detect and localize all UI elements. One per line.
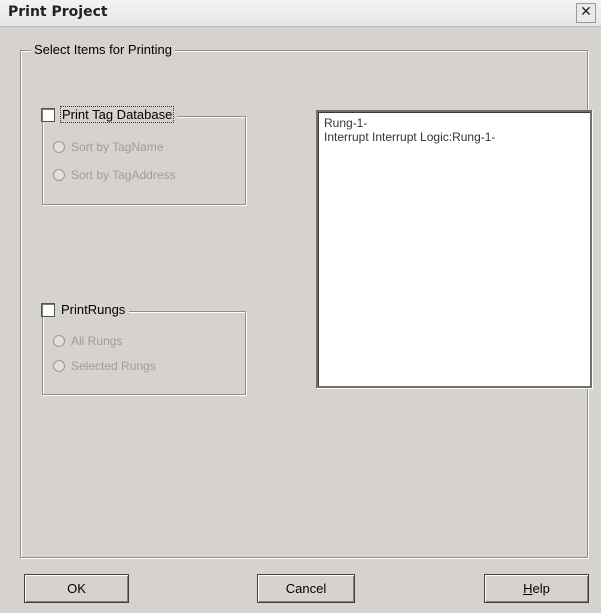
sort-by-tagname-label: Sort by TagName [71,140,164,154]
list-item[interactable]: Rung-1- [324,116,367,130]
all-rungs-radio-row[interactable]: All Rungs [53,334,122,348]
print-rungs-group: PrintRungs All Rungs Selected Rungs [41,302,246,395]
selected-rungs-radio-row[interactable]: Selected Rungs [53,359,156,373]
close-button[interactable]: ✕ [576,3,596,23]
radio-icon[interactable] [53,335,65,347]
close-icon: ✕ [580,4,592,20]
print-tag-database-checkbox[interactable] [41,107,55,122]
select-items-group-label: Select Items for Printing [31,42,175,57]
help-accelerator: H [523,581,533,596]
radio-icon[interactable] [53,360,65,372]
print-rungs-checkbox[interactable] [41,302,55,317]
cancel-button[interactable]: Cancel [257,574,355,603]
sort-by-tagaddress-radio-row[interactable]: Sort by TagAddress [53,168,176,182]
title-bar: Print Project ✕ [0,0,601,27]
ok-button[interactable]: OK [24,574,129,603]
radio-icon[interactable] [53,169,65,181]
tag-database-group: Print Tag Database Sort by TagName Sort … [41,106,246,205]
all-rungs-label: All Rungs [71,334,123,348]
window-title: Print Project [8,4,108,20]
radio-icon[interactable] [53,141,65,153]
sort-by-tagname-radio-row[interactable]: Sort by TagName [53,140,164,154]
print-rungs-checkbox-row[interactable]: PrintRungs [41,302,130,317]
print-tag-database-checkbox-row[interactable]: Print Tag Database [41,106,178,123]
help-label-rest: elp [532,581,550,596]
print-project-dialog: Print Project ✕ Select Items for Printin… [0,0,601,613]
print-rungs-label[interactable]: PrintRungs [61,302,125,317]
selected-rungs-label: Selected Rungs [71,359,156,373]
sort-by-tagaddress-label: Sort by TagAddress [71,168,176,182]
rung-list-box[interactable]: Rung-1- Interrupt Interrupt Logic:Rung-1… [316,110,592,388]
help-button[interactable]: Help [484,574,589,603]
print-tag-database-label[interactable]: Print Tag Database [59,106,175,123]
list-item[interactable]: Interrupt Interrupt Logic:Rung-1- [324,130,495,144]
